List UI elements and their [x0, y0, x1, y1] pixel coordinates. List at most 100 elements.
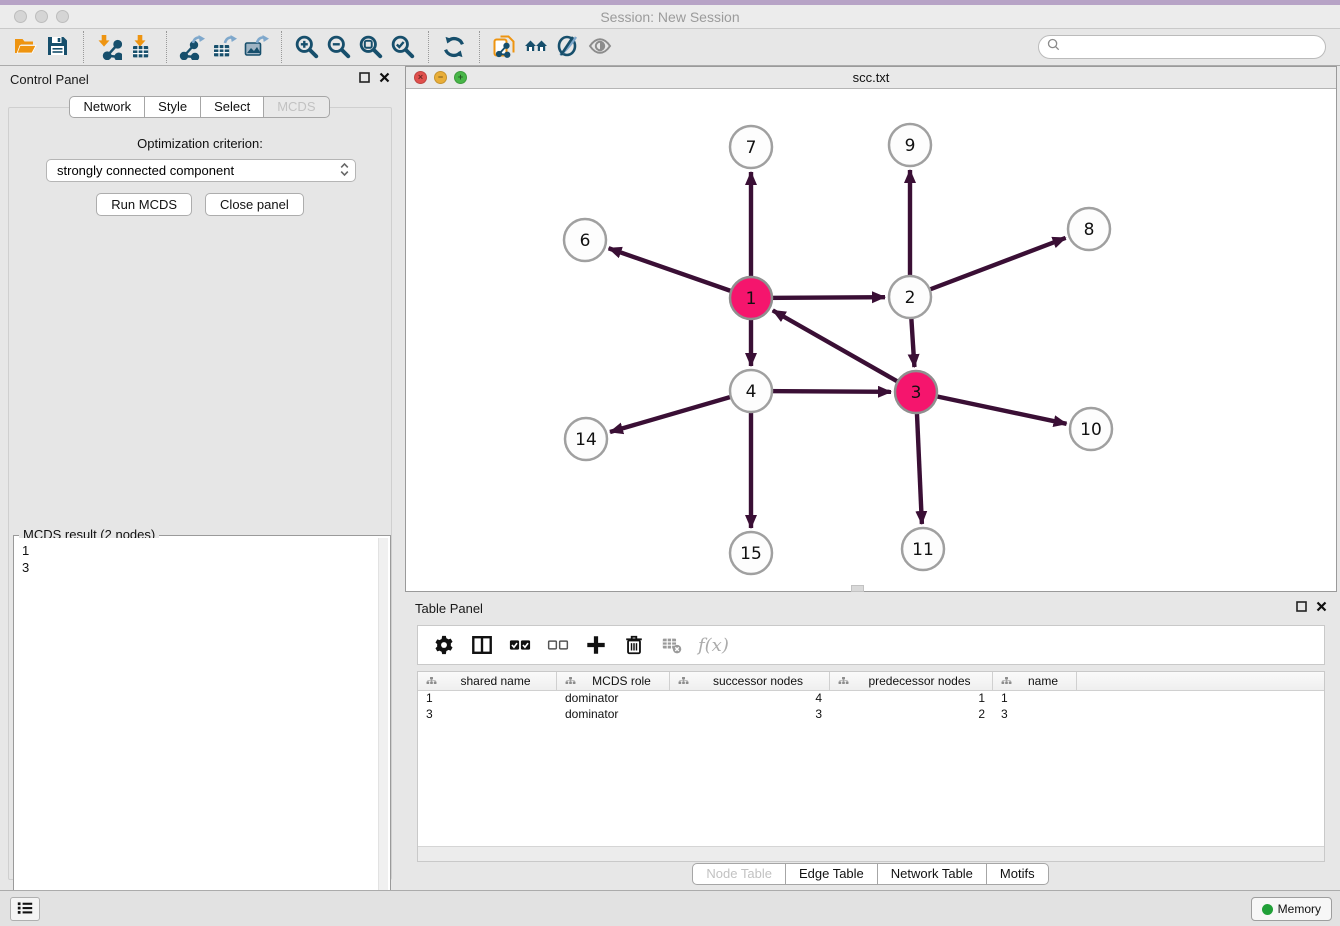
node-6[interactable]: 6: [564, 219, 606, 261]
zoom-window-icon[interactable]: [56, 10, 69, 23]
network-close-icon[interactable]: ×: [414, 71, 427, 84]
table-cell[interactable]: 1: [993, 691, 1077, 707]
mcds-result-box: MCDS result (2 nodes) 13: [13, 535, 391, 909]
node-11[interactable]: 11: [902, 528, 944, 570]
tab-node-table[interactable]: Node Table: [692, 863, 786, 885]
window-title: Session: New Session: [0, 9, 1340, 25]
node-15[interactable]: 15: [730, 532, 772, 574]
mcds-result-text[interactable]: 13: [16, 538, 377, 906]
status-bar: Memory: [0, 890, 1340, 926]
node-4[interactable]: 4: [730, 370, 772, 412]
column-header[interactable]: shared name: [418, 672, 557, 690]
import-network-icon[interactable]: [93, 32, 125, 62]
node-table[interactable]: shared nameMCDS rolesuccessor nodes prede…: [417, 671, 1325, 862]
network-maximize-icon[interactable]: +: [454, 71, 467, 84]
tab-style[interactable]: Style: [144, 96, 201, 118]
eye-icon[interactable]: [585, 32, 617, 62]
zoom-out-icon[interactable]: [323, 32, 355, 62]
network-minimize-icon[interactable]: −: [434, 71, 447, 84]
tab-network-table[interactable]: Network Table: [877, 863, 987, 885]
close-panel-button[interactable]: Close panel: [205, 193, 304, 216]
split-column-icon[interactable]: [466, 630, 498, 660]
tab-select[interactable]: Select: [200, 96, 264, 118]
result-line: 3: [22, 559, 377, 576]
open-folder-icon[interactable]: [10, 32, 42, 62]
copy-network-icon[interactable]: [489, 32, 521, 62]
float-panel-icon[interactable]: [1296, 599, 1307, 617]
column-header-label: predecessor nodes: [851, 674, 988, 688]
houses-icon[interactable]: [521, 32, 553, 62]
svg-text:7: 7: [746, 138, 757, 158]
zoom-selected-icon[interactable]: [387, 32, 419, 62]
deselect-all-icon[interactable]: [542, 630, 574, 660]
network-canvas[interactable]: 7 9 6 8 1 2 4 3 14 10 15 11: [406, 89, 1336, 591]
node-10[interactable]: 10: [1070, 408, 1112, 450]
node-8[interactable]: 8: [1068, 208, 1110, 250]
task-history-button[interactable]: [10, 897, 40, 921]
table-row[interactable]: 3dominator323: [418, 707, 1324, 723]
delete-column-icon[interactable]: [618, 630, 650, 660]
node-1[interactable]: 1: [730, 277, 772, 319]
minimize-window-icon[interactable]: [35, 10, 48, 23]
network-window-titlebar[interactable]: × − + scc.txt: [406, 67, 1336, 89]
svg-text:2: 2: [905, 288, 916, 308]
search-input[interactable]: [1065, 40, 1325, 54]
style-slash-icon[interactable]: [553, 32, 585, 62]
table-cell[interactable]: 4: [670, 691, 830, 707]
close-window-icon[interactable]: [14, 10, 27, 23]
column-header[interactable]: successor nodes: [670, 672, 830, 690]
node-9[interactable]: 9: [889, 124, 931, 166]
column-header[interactable]: name: [993, 672, 1077, 690]
node-2[interactable]: 2: [889, 276, 931, 318]
close-panel-icon[interactable]: [379, 70, 390, 88]
import-table-icon[interactable]: [125, 32, 157, 62]
refresh-icon[interactable]: [438, 32, 470, 62]
edge-2-8[interactable]: [910, 238, 1066, 297]
table-cell[interactable]: 2: [830, 707, 993, 723]
column-header[interactable]: MCDS role: [557, 672, 670, 690]
table-horizontal-scrollbar[interactable]: [418, 846, 1324, 861]
toolbar-separator: [166, 31, 167, 63]
memory-button[interactable]: Memory: [1251, 897, 1332, 921]
zoom-fit-icon[interactable]: [355, 32, 387, 62]
tab-motifs[interactable]: Motifs: [986, 863, 1049, 885]
table-cell[interactable]: 1: [418, 691, 557, 707]
column-header[interactable]: predecessor nodes: [830, 672, 993, 690]
optimization-criterion-select[interactable]: strongly connected component: [46, 159, 356, 182]
zoom-in-icon[interactable]: [291, 32, 323, 62]
edge-3-10[interactable]: [916, 392, 1067, 424]
toolbar-separator: [428, 31, 429, 63]
add-column-icon[interactable]: [580, 630, 612, 660]
table-row[interactable]: 1dominator411: [418, 691, 1324, 707]
close-panel-icon[interactable]: [1316, 599, 1327, 617]
mcds-panel: Optimization criterion: strongly connect…: [8, 107, 392, 880]
node-3[interactable]: 3: [895, 371, 937, 413]
export-table-icon[interactable]: [208, 32, 240, 62]
float-panel-icon[interactable]: [359, 70, 370, 88]
gear-icon[interactable]: [428, 630, 460, 660]
export-image-icon[interactable]: [240, 32, 272, 62]
svg-text:6: 6: [580, 231, 591, 251]
tab-mcds[interactable]: MCDS: [263, 96, 329, 118]
table-cell[interactable]: dominator: [557, 691, 670, 707]
tab-edge-table[interactable]: Edge Table: [785, 863, 878, 885]
edge-1-6[interactable]: [609, 248, 751, 298]
table-cell[interactable]: dominator: [557, 707, 670, 723]
table-cell[interactable]: 3: [670, 707, 830, 723]
splitter-handle[interactable]: [851, 585, 864, 592]
edge-3-1[interactable]: [773, 310, 916, 392]
result-scrollbar[interactable]: [378, 538, 388, 906]
table-cell[interactable]: 3: [993, 707, 1077, 723]
node-7[interactable]: 7: [730, 126, 772, 168]
table-cell[interactable]: 1: [830, 691, 993, 707]
run-mcds-button[interactable]: Run MCDS: [96, 193, 192, 216]
window-traffic-lights[interactable]: [14, 10, 69, 23]
save-icon[interactable]: [42, 32, 74, 62]
export-network-icon[interactable]: [176, 32, 208, 62]
tab-network[interactable]: Network: [69, 96, 145, 118]
table-cell[interactable]: 3: [418, 707, 557, 723]
node-14[interactable]: 14: [565, 418, 607, 460]
search-box[interactable]: [1038, 35, 1326, 59]
memory-label: Memory: [1278, 902, 1321, 916]
select-all-icon[interactable]: [504, 630, 536, 660]
